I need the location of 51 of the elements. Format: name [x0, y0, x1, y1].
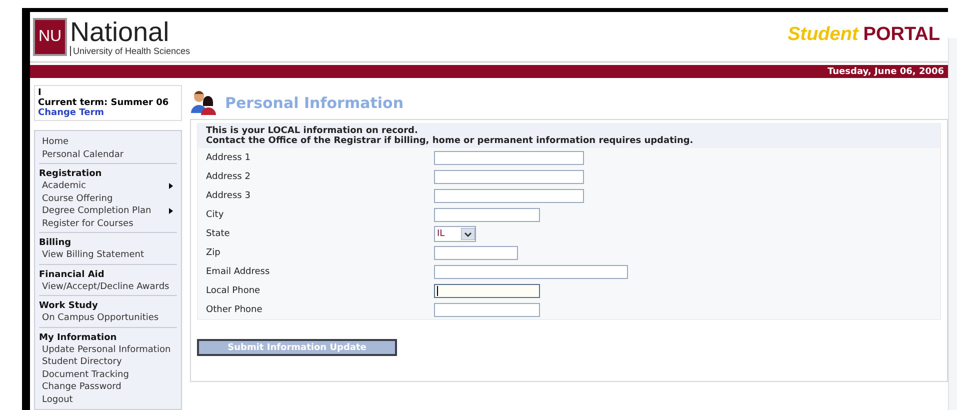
menu-item[interactable]: Student Directory: [39, 356, 177, 368]
field-label: Address 2: [206, 172, 252, 182]
field-label: City: [206, 210, 225, 220]
page-title: Personal Information: [225, 94, 404, 112]
menu-item[interactable]: View/Accept/Decline Awards: [39, 280, 177, 293]
field-label: Address 3: [206, 190, 252, 200]
menu-item[interactable]: Document Tracking: [39, 368, 177, 381]
people-icon: [190, 91, 217, 115]
input-field[interactable]: [434, 188, 584, 202]
menu-heading: Work Study: [39, 300, 99, 312]
menu-heading: Billing: [39, 237, 72, 249]
menu-item[interactable]: Personal Calendar: [39, 148, 177, 161]
input-field[interactable]: [434, 170, 584, 184]
field-label: Other Phone: [206, 304, 264, 314]
input-field[interactable]: [434, 208, 540, 222]
field-label: Address 1: [206, 152, 252, 162]
menu-item[interactable]: Register for Courses: [39, 218, 177, 230]
state-select[interactable]: IL: [434, 226, 476, 242]
notice-text: Contact the Office of the Registrar if billing, home or permanent information requires updating.: [206, 136, 694, 146]
field-label: Zip: [206, 248, 222, 258]
logo-subtitle: University of Health Sciences: [70, 46, 190, 56]
logo-mark: NU: [33, 18, 67, 56]
portal-title: Student: [788, 24, 858, 45]
current-term: Current term: Summer 06: [38, 98, 170, 108]
dropdown-icon: [461, 228, 475, 240]
change-term-link[interactable]: Change Term: [38, 108, 178, 118]
field-label: Local Phone: [206, 286, 262, 296]
menu-item[interactable]: Course Offering: [39, 192, 177, 205]
notice-text: This is your LOCAL information on record.: [206, 126, 419, 136]
input-field[interactable]: [434, 264, 628, 278]
menu-item[interactable]: Degree Completion Plan: [39, 205, 177, 218]
menu-item[interactable]: Change Password: [39, 381, 177, 394]
menu-heading: My Information: [39, 332, 118, 344]
menu-item[interactable]: Home: [39, 136, 177, 148]
menu-item[interactable]: View Billing Statement: [39, 249, 177, 262]
menu-item[interactable]: On Campus Opportunities: [39, 312, 177, 324]
field-label: State: [206, 228, 231, 238]
logo-name: National: [70, 18, 170, 46]
menu-item[interactable]: Update Personal Information: [39, 344, 177, 356]
input-field[interactable]: [434, 150, 584, 164]
menu-item[interactable]: Logout: [39, 394, 177, 406]
input-field[interactable]: [434, 246, 518, 260]
input-field[interactable]: [434, 302, 540, 316]
input-field[interactable]: [434, 284, 540, 298]
menu-heading: Registration: [39, 168, 103, 180]
menu-heading: Financial Aid: [39, 268, 106, 280]
menu-item[interactable]: Academic: [39, 180, 177, 192]
portal-title: PORTAL: [863, 24, 940, 45]
field-label: Email Address: [206, 266, 271, 276]
user-name: I: [38, 88, 42, 98]
date-text: Tuesday, June 06, 2006: [827, 66, 944, 77]
